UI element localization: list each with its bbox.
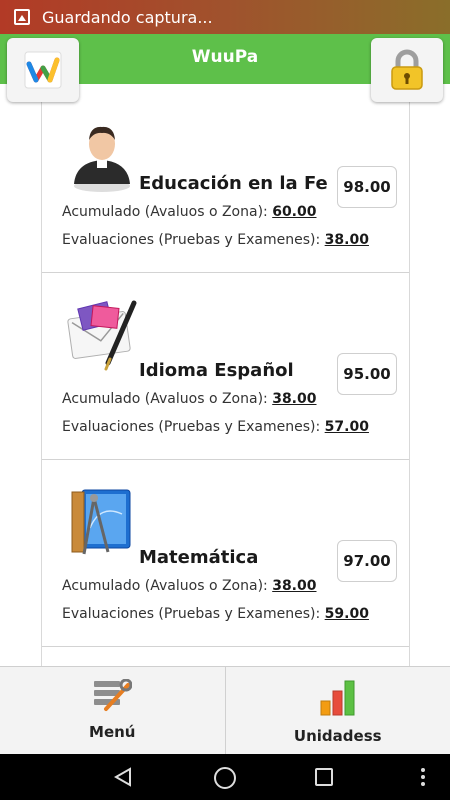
- home-button[interactable]: [213, 766, 237, 790]
- more-vert-icon: [421, 768, 425, 786]
- tab-unidades[interactable]: Unidadess: [224, 667, 450, 754]
- subject-name: Educación en la Fe: [139, 173, 328, 194]
- back-button[interactable]: [112, 766, 134, 788]
- lock-button[interactable]: [371, 38, 443, 102]
- system-nav-bar: [0, 754, 450, 800]
- screenshot-icon: [14, 9, 30, 25]
- evaluaciones-line: Evaluaciones (Pruebas y Examenes): 59.00: [62, 606, 369, 622]
- recents-square-icon: [315, 768, 333, 786]
- tools-menu-icon: [94, 679, 133, 711]
- app-logo-button[interactable]: [7, 38, 79, 102]
- grade-box: 98.00: [337, 166, 397, 208]
- grade-box: 95.00: [337, 353, 397, 395]
- acumulado-label: Acumulado (Avaluos o Zona):: [62, 391, 273, 407]
- acumulado-line: Acumulado (Avaluos o Zona): 38.00: [62, 578, 317, 594]
- evaluaciones-value: 38.00: [324, 232, 369, 248]
- tab-menu[interactable]: Menú: [0, 667, 225, 754]
- priest-icon: [74, 126, 130, 192]
- tab-menu-label: Menú: [89, 723, 136, 741]
- evaluaciones-line: Evaluaciones (Pruebas y Examenes): 38.00: [62, 232, 369, 248]
- wuupa-logo-icon: [24, 51, 62, 89]
- acumulado-value: 60.00: [272, 204, 317, 220]
- evaluaciones-line: Evaluaciones (Pruebas y Examenes): 57.00: [62, 419, 369, 435]
- recents-button[interactable]: [314, 767, 334, 787]
- home-circle-icon: [214, 767, 236, 789]
- compass-book-icon: [71, 489, 131, 555]
- grade-box: 97.00: [337, 540, 397, 582]
- acumulado-value: 38.00: [272, 391, 317, 407]
- evaluaciones-label: Evaluaciones (Pruebas y Examenes):: [62, 232, 325, 248]
- lock-icon: [391, 49, 423, 90]
- tab-unidades-label: Unidadess: [293, 727, 382, 745]
- back-triangle-icon: [113, 767, 131, 787]
- evaluaciones-value: 59.00: [324, 606, 369, 622]
- subject-name: Matemática: [139, 547, 259, 568]
- evaluaciones-label: Evaluaciones (Pruebas y Examenes):: [62, 419, 325, 435]
- subjects-list[interactable]: Educación en la Fe 98.00 Acumulado (Aval…: [41, 86, 410, 666]
- evaluaciones-label: Evaluaciones (Pruebas y Examenes):: [62, 606, 325, 622]
- letter-pen-icon: [67, 300, 137, 371]
- acumulado-label: Acumulado (Avaluos o Zona):: [62, 204, 273, 220]
- bar-chart-icon: [320, 680, 355, 716]
- acumulado-value: 38.00: [272, 578, 317, 594]
- acumulado-line: Acumulado (Avaluos o Zona): 38.00: [62, 391, 317, 407]
- subject-name: Idioma Español: [139, 360, 294, 381]
- status-notification-text: Guardando captura...: [42, 7, 213, 27]
- subject-card[interactable]: Idioma Español 95.00 Acumulado (Avaluos …: [42, 273, 409, 460]
- acumulado-line: Acumulado (Avaluos o Zona): 60.00: [62, 204, 317, 220]
- acumulado-label: Acumulado (Avaluos o Zona):: [62, 578, 273, 594]
- status-bar: Guardando captura...: [0, 0, 450, 34]
- subject-card[interactable]: Matemática 97.00 Acumulado (Avaluos o Zo…: [42, 460, 409, 647]
- bottom-tab-bar: Menú Unidadess: [0, 666, 450, 754]
- evaluaciones-value: 57.00: [324, 419, 369, 435]
- overflow-menu-button[interactable]: [419, 767, 427, 787]
- subject-card[interactable]: Educación en la Fe 98.00 Acumulado (Aval…: [42, 86, 409, 273]
